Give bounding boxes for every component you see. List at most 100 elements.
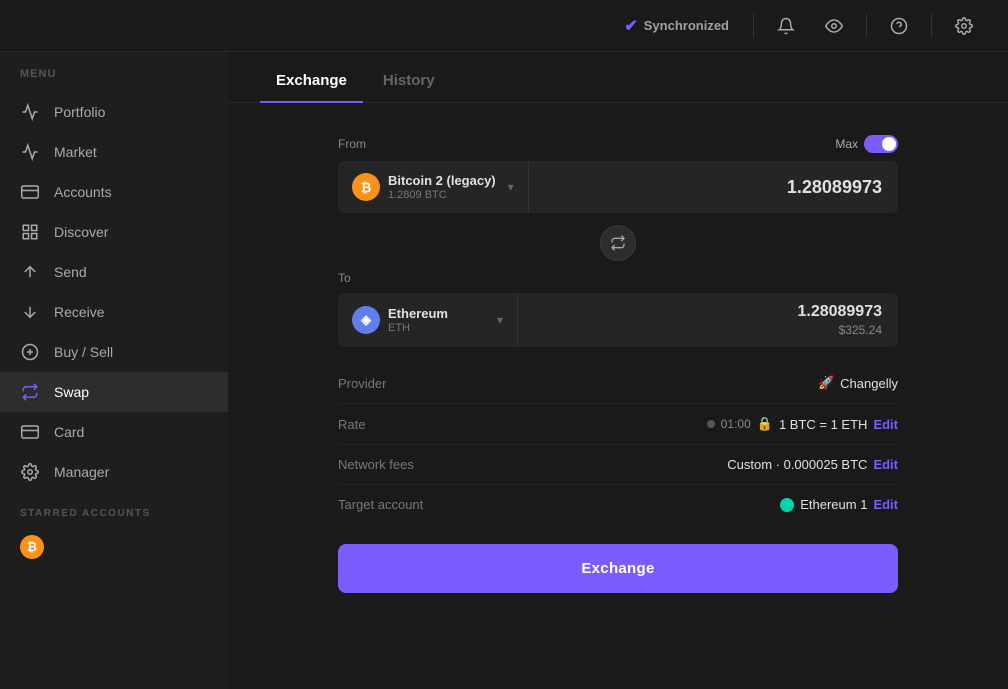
to-label: To — [338, 271, 351, 285]
to-section: To — [338, 271, 898, 285]
topbar-divider-2 — [866, 14, 867, 38]
sidebar: MENU Portfolio Market — [0, 52, 228, 689]
target-dot-icon — [780, 498, 794, 512]
send-icon — [20, 262, 40, 282]
sidebar-discover-label: Discover — [54, 224, 108, 240]
to-coin-balance: ETH — [388, 322, 485, 334]
sidebar-accounts-label: Accounts — [54, 184, 112, 200]
portfolio-icon — [20, 102, 40, 122]
max-toggle[interactable]: Max — [835, 135, 898, 153]
swap-icon — [20, 382, 40, 402]
bell-icon — [777, 17, 795, 35]
from-coin-info: Bitcoin 2 (legacy) 1.2809 BTC — [388, 173, 496, 201]
eye-icon — [825, 17, 843, 35]
gear-icon — [955, 17, 973, 35]
provider-row: Provider 🚀 Changelly — [338, 363, 898, 404]
swap-arrows-icon — [610, 235, 626, 251]
topbar-divider-3 — [931, 14, 932, 38]
sidebar-portfolio-label: Portfolio — [54, 104, 105, 120]
swap-direction-button[interactable] — [600, 225, 636, 261]
sidebar-swap-label: Swap — [54, 384, 89, 400]
topbar: ✔ Synchronized — [0, 0, 1008, 52]
sidebar-card-label: Card — [54, 424, 84, 440]
manager-icon — [20, 462, 40, 482]
btc-coin-icon: ₿ — [352, 173, 380, 201]
to-input-row: ◈ Ethereum ETH ▾ 1.28089973 $325.24 — [338, 293, 898, 347]
sidebar-item-discover[interactable]: Discover — [0, 212, 228, 252]
sidebar-item-card[interactable]: Card — [0, 412, 228, 452]
from-coin-balance: 1.2809 BTC — [388, 189, 496, 201]
help-button[interactable] — [879, 6, 919, 46]
main-layout: MENU Portfolio Market — [0, 52, 1008, 689]
to-coin-selector[interactable]: ◈ Ethereum ETH ▾ — [338, 293, 518, 347]
sidebar-item-market[interactable]: Market — [0, 132, 228, 172]
sidebar-item-send[interactable]: Send — [0, 252, 228, 292]
lock-icon: 🔒 — [757, 416, 773, 432]
target-edit-link[interactable]: Edit — [873, 497, 898, 512]
accounts-icon — [20, 182, 40, 202]
from-input-row: ₿ Bitcoin 2 (legacy) 1.2809 BTC ▾ 1.2808… — [338, 161, 898, 213]
from-section: From Max — [338, 135, 898, 153]
topbar-divider — [753, 14, 754, 38]
target-label: Target account — [338, 497, 423, 512]
fees-edit-link[interactable]: Edit — [873, 457, 898, 472]
fees-value: Custom · 0.000025 BTC Edit — [727, 457, 898, 472]
sidebar-item-manager[interactable]: Manager — [0, 452, 228, 492]
from-amount[interactable]: 1.28089973 — [529, 161, 898, 213]
card-icon — [20, 422, 40, 442]
sync-label: Synchronized — [644, 18, 729, 33]
sidebar-item-accounts[interactable]: Accounts — [0, 172, 228, 212]
from-coin-name: Bitcoin 2 (legacy) — [388, 173, 496, 188]
from-coin-selector[interactable]: ₿ Bitcoin 2 (legacy) 1.2809 BTC ▾ — [338, 161, 529, 213]
rate-time: 01:00 — [721, 417, 751, 431]
buysell-icon — [20, 342, 40, 362]
sidebar-item-receive[interactable]: Receive — [0, 292, 228, 332]
info-rows: Provider 🚀 Changelly Rate 01:00 🔒 1 BTC — [338, 363, 898, 524]
starred-account-btc[interactable]: ₿ — [0, 527, 228, 567]
to-coin-name: Ethereum — [388, 306, 485, 321]
sidebar-item-buysell[interactable]: Buy / Sell — [0, 332, 228, 372]
target-value: Ethereum 1 Edit — [780, 497, 898, 512]
discover-icon — [20, 222, 40, 242]
to-amount: 1.28089973 — [797, 303, 882, 321]
fees-row: Network fees Custom · 0.000025 BTC Edit — [338, 445, 898, 485]
from-chevron-icon: ▾ — [508, 180, 514, 194]
exchange-button[interactable]: Exchange — [338, 544, 898, 593]
eth-coin-icon: ◈ — [352, 306, 380, 334]
sync-check-icon: ✔ — [624, 16, 637, 36]
tab-history[interactable]: History — [367, 60, 451, 103]
provider-icon: 🚀 — [818, 375, 834, 391]
sidebar-send-label: Send — [54, 264, 87, 280]
settings-button[interactable] — [944, 6, 984, 46]
provider-value: 🚀 Changelly — [818, 375, 898, 391]
max-label: Max — [835, 137, 858, 151]
to-amount-usd: $325.24 — [839, 323, 882, 337]
fees-text: Custom · 0.000025 BTC — [727, 457, 867, 472]
rate-label: Rate — [338, 417, 365, 432]
provider-name: Changelly — [840, 376, 898, 391]
sidebar-item-swap[interactable]: Swap — [0, 372, 228, 412]
fees-label: Network fees — [338, 457, 414, 472]
to-amount-col: 1.28089973 $325.24 — [518, 293, 898, 347]
main-content: Exchange History From Max ₿ Bit — [228, 52, 1008, 689]
rate-value: 01:00 🔒 1 BTC = 1 ETH Edit — [707, 416, 898, 432]
sync-status: ✔ Synchronized — [624, 16, 729, 36]
btc-star-icon: ₿ — [20, 535, 44, 559]
market-icon — [20, 142, 40, 162]
swap-arrows-container — [338, 225, 898, 261]
bell-button[interactable] — [766, 6, 806, 46]
target-name: Ethereum 1 — [800, 497, 867, 512]
to-coin-info: Ethereum ETH — [388, 306, 485, 334]
rate-row: Rate 01:00 🔒 1 BTC = 1 ETH Edit — [338, 404, 898, 445]
provider-label: Provider — [338, 376, 386, 391]
rate-edit-link[interactable]: Edit — [873, 417, 898, 432]
help-icon — [890, 17, 908, 35]
menu-label: MENU — [0, 68, 228, 92]
target-row: Target account Ethereum 1 Edit — [338, 485, 898, 524]
exchange-content: From Max ₿ Bitcoin 2 (legacy) 1.2809 BTC… — [228, 103, 1008, 689]
eye-button[interactable] — [814, 6, 854, 46]
tab-exchange[interactable]: Exchange — [260, 60, 363, 103]
sidebar-receive-label: Receive — [54, 304, 105, 320]
max-switch[interactable] — [864, 135, 898, 153]
sidebar-item-portfolio[interactable]: Portfolio — [0, 92, 228, 132]
